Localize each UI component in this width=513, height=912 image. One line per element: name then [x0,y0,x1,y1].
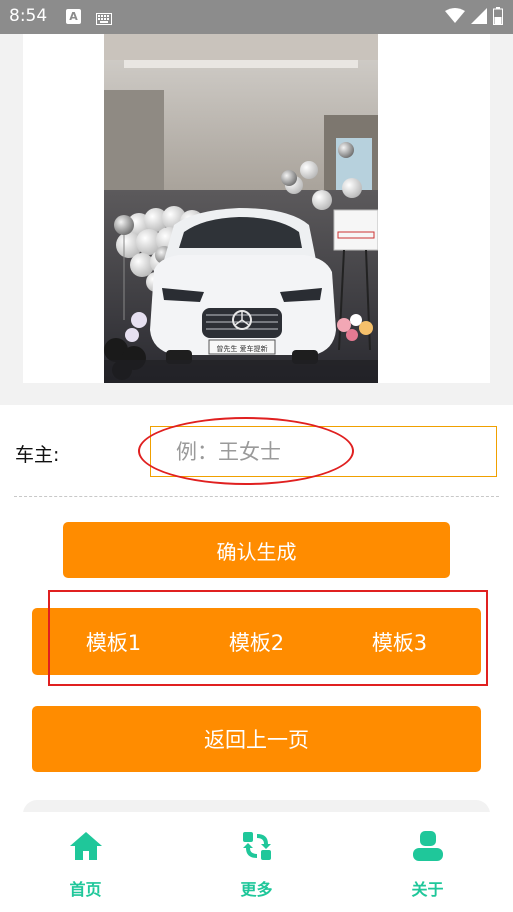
nav-item-home[interactable]: 首页 [0,812,171,912]
dashed-divider [14,496,499,497]
wifi-icon [445,8,465,28]
template-2-button[interactable]: 模板2 [215,619,298,665]
nav-label-more: 更多 [240,880,273,899]
status-time: 8:54 [9,6,48,26]
owner-label: 车主: [15,444,60,466]
user-icon [411,830,445,866]
template-3-button[interactable]: 模板3 [358,619,441,665]
photo-area: 曾先生 爱车提新 [0,0,513,405]
home-icon [69,830,103,866]
car-photo: 曾先生 爱车提新 [104,20,378,383]
battery-icon [493,7,503,29]
back-button[interactable]: 返回上一页 [32,706,481,772]
status-bar: 8:54 A [0,0,513,34]
status-icons [445,7,503,29]
nav-label-home: 首页 [69,880,102,899]
keyboard-icon [96,10,112,29]
template-1-button[interactable]: 模板1 [72,619,155,665]
confirm-generate-button[interactable]: 确认生成 [63,522,450,578]
plate-text: 曾先生 爱车提新 [216,344,267,353]
template-selector: 模板1 模板2 模板3 [32,608,481,675]
signal-icon [471,8,487,28]
owner-row: 车主: [0,420,513,490]
nav-item-about[interactable]: 关于 [342,812,513,912]
refresh-icon [240,830,274,866]
a-notification-icon: A [66,9,81,24]
nav-item-more[interactable]: 更多 [171,812,342,912]
owner-name-input[interactable] [150,426,497,477]
bottom-nav: 首页 更多 关于 [0,812,513,912]
nav-label-about: 关于 [411,880,444,899]
